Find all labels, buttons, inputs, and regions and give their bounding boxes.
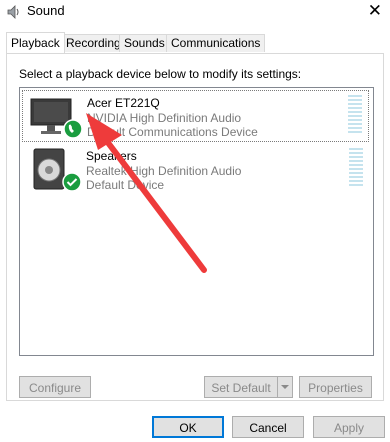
close-button[interactable]: ✕ <box>368 1 382 21</box>
instruction-text: Select a playback device below to modify… <box>19 67 302 81</box>
window-title: Sound <box>27 3 65 18</box>
device-status: Default Device <box>86 178 165 192</box>
tab-playback[interactable]: Playback <box>6 32 65 53</box>
device-driver: NVIDIA High Definition Audio <box>87 111 242 125</box>
checkmark-badge-icon <box>62 172 82 192</box>
volume-level-meter <box>349 148 363 188</box>
ok-button[interactable]: OK <box>152 416 224 438</box>
volume-level-meter <box>348 95 362 135</box>
tab-sounds[interactable]: Sounds <box>119 34 170 52</box>
device-driver: Realtek High Definition Audio <box>86 164 242 178</box>
device-item-acer[interactable]: Acer ET221Q NVIDIA High Definition Audio… <box>22 90 369 142</box>
device-status: Default Communications Device <box>87 125 258 139</box>
device-list[interactable]: Acer ET221Q NVIDIA High Definition Audio… <box>19 87 374 356</box>
tab-communications[interactable]: Communications <box>166 34 266 52</box>
phone-badge-icon <box>63 119 83 139</box>
playback-panel: Select a playback device below to modify… <box>6 53 384 401</box>
device-name: Acer ET221Q <box>87 96 160 110</box>
device-name: Speakers <box>86 149 137 163</box>
properties-button[interactable]: Properties <box>299 376 372 398</box>
tab-recording[interactable]: Recording <box>61 34 126 52</box>
cancel-button[interactable]: Cancel <box>232 416 304 438</box>
apply-button[interactable]: Apply <box>313 416 385 438</box>
speaker-app-icon <box>7 5 19 19</box>
device-item-speakers[interactable]: Speakers Realtek High Definition Audio D… <box>22 144 369 196</box>
title-bar: Sound ✕ <box>0 0 390 24</box>
set-default-button[interactable]: Set Default <box>204 376 278 398</box>
chevron-down-icon <box>281 385 289 389</box>
set-default-dropdown-button[interactable] <box>277 376 293 398</box>
configure-button[interactable]: Configure <box>19 376 91 398</box>
